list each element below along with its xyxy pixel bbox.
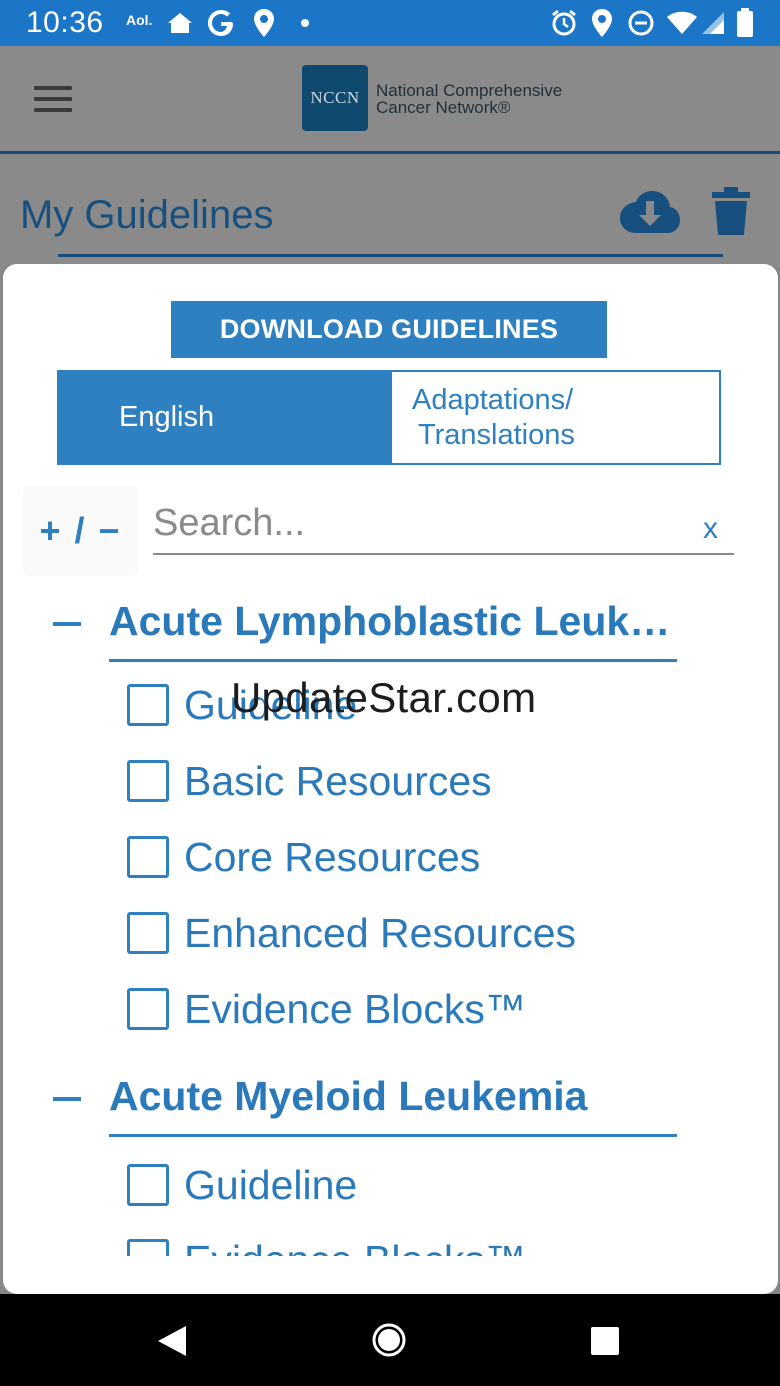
checkbox[interactable]: [127, 836, 169, 878]
list-item-label: Basic Resources: [184, 757, 492, 804]
app-header: NCCN National Comprehensive Cancer Netwo…: [0, 46, 780, 154]
home-button-icon[interactable]: [371, 1322, 407, 1358]
checkbox[interactable]: [127, 988, 169, 1030]
section-header-acute-lymphoblastic[interactable]: Acute Lymphoblastic Leuk…: [53, 598, 683, 668]
list-clip: Evidence Blocks™: [3, 1228, 778, 1256]
list-item-label: Evidence Blocks™: [184, 1237, 526, 1257]
status-time: 10:36: [26, 6, 104, 39]
home-icon: [168, 13, 192, 33]
signal-icon: [702, 12, 724, 34]
page-title-underline: [58, 254, 723, 257]
battery-icon: [737, 8, 753, 37]
tab-english-label: English: [119, 401, 215, 433]
trash-icon[interactable]: [712, 187, 750, 235]
alarm-icon: [552, 9, 576, 36]
logo-line-2: Cancer Network®: [376, 98, 511, 117]
collapse-icon[interactable]: [53, 622, 81, 626]
list-item[interactable]: Evidence Blocks™: [127, 1230, 687, 1256]
nccn-logo: NCCN: [302, 65, 368, 131]
checkbox[interactable]: [127, 684, 169, 726]
checkbox[interactable]: [127, 1164, 169, 1206]
watermark: UpdateStar.com: [231, 674, 537, 721]
list-item[interactable]: Guideline: [127, 1155, 687, 1215]
section-header-acute-myeloid[interactable]: Acute Myeloid Leukemia: [53, 1073, 683, 1143]
wifi-icon: [667, 11, 697, 34]
logo-line-1: National Comprehensive: [376, 81, 563, 100]
tab-adaptations-label-line2: Translations: [418, 418, 575, 451]
dot-icon: [301, 19, 309, 27]
status-bar: 10:36 Aol.: [0, 0, 780, 46]
hamburger-icon[interactable]: [34, 86, 72, 114]
section-title: Acute Myeloid Leukemia: [109, 1073, 588, 1119]
page-title-area: My Guidelines: [0, 157, 780, 267]
location-icon: [254, 9, 274, 37]
tab-adaptations-translations[interactable]: Adaptations/ Translations: [392, 372, 719, 463]
section-title: Acute Lymphoblastic Leuk…: [109, 598, 671, 644]
search-bar: x: [153, 492, 734, 555]
list-item[interactable]: Evidence Blocks™: [127, 979, 687, 1039]
section-divider: [109, 1134, 677, 1137]
logo-text: National Comprehensive Cancer Network®: [376, 82, 562, 116]
list-item-label: Guideline: [184, 1161, 358, 1208]
list-item-label: Evidence Blocks™: [184, 985, 526, 1032]
google-icon: [208, 10, 233, 36]
checkbox[interactable]: [127, 1239, 169, 1256]
list-item-label: Core Resources: [184, 833, 481, 880]
tab-adaptations-label-line1: Adaptations/: [412, 383, 574, 416]
recents-icon[interactable]: [590, 1326, 620, 1356]
expand-collapse-toggle[interactable]: + / −: [23, 486, 138, 576]
aol-notification-label: Aol.: [126, 12, 153, 28]
section-divider: [109, 659, 677, 662]
list-item[interactable]: Core Resources: [127, 827, 687, 887]
list-item[interactable]: Basic Resources: [127, 751, 687, 811]
page-title: My Guidelines: [20, 193, 274, 237]
dnd-icon: [628, 10, 654, 36]
list-item[interactable]: Enhanced Resources: [127, 903, 687, 963]
download-guidelines-modal: DOWNLOAD GUIDELINES English Adaptations/…: [3, 264, 778, 1294]
search-input[interactable]: [153, 500, 673, 546]
list-item-label: Enhanced Resources: [184, 909, 577, 956]
clear-search-button[interactable]: x: [703, 512, 718, 546]
logo-mark: NCCN: [310, 88, 360, 107]
tab-english[interactable]: English: [59, 372, 392, 463]
collapse-icon[interactable]: [53, 1097, 81, 1101]
cloud-download-icon[interactable]: [618, 187, 682, 235]
navigation-bar: [0, 1294, 780, 1386]
checkbox[interactable]: [127, 912, 169, 954]
checkbox[interactable]: [127, 760, 169, 802]
back-icon[interactable]: [156, 1324, 188, 1358]
location-icon: [592, 9, 612, 37]
download-guidelines-button[interactable]: DOWNLOAD GUIDELINES: [171, 301, 607, 358]
language-tabs: English Adaptations/ Translations: [57, 370, 721, 465]
